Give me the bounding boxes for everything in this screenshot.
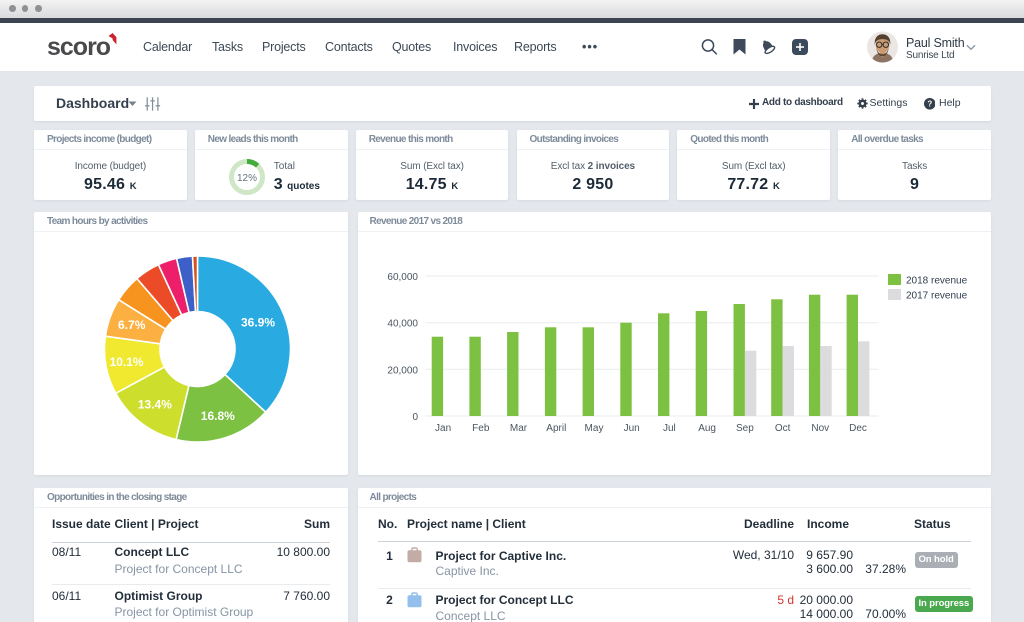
svg-text:Jan: Jan	[435, 423, 451, 434]
svg-text:April: April	[546, 423, 566, 434]
svg-text:20,000: 20,000	[387, 365, 418, 376]
svg-text:Dec: Dec	[849, 423, 867, 434]
svg-text:2017 revenue: 2017 revenue	[906, 291, 968, 302]
svg-text:2018 revenue: 2018 revenue	[906, 276, 968, 287]
svg-text:Jul: Jul	[663, 423, 676, 434]
svg-text:Feb: Feb	[472, 423, 490, 434]
svg-text:10.1%: 10.1%	[110, 355, 144, 369]
svg-text:16.8%: 16.8%	[201, 409, 235, 423]
svg-text:Jun: Jun	[623, 423, 639, 434]
svg-text:scoro: scoro	[47, 33, 111, 61]
svg-text:12%: 12%	[237, 173, 257, 184]
svg-text:May: May	[584, 423, 603, 434]
svg-text:Aug: Aug	[698, 423, 716, 434]
svg-text:13.4%: 13.4%	[138, 398, 172, 412]
svg-text:Oct: Oct	[774, 423, 790, 434]
svg-text:Nov: Nov	[811, 423, 829, 434]
svg-text:?: ?	[927, 99, 932, 108]
svg-text:0: 0	[412, 412, 418, 423]
svg-text:36.9%: 36.9%	[241, 316, 275, 330]
svg-text:6.7%: 6.7%	[118, 318, 146, 332]
svg-text:40,000: 40,000	[387, 319, 418, 330]
svg-text:Mar: Mar	[509, 423, 527, 434]
svg-text:Sep: Sep	[736, 423, 754, 434]
svg-text:60,000: 60,000	[387, 272, 418, 283]
